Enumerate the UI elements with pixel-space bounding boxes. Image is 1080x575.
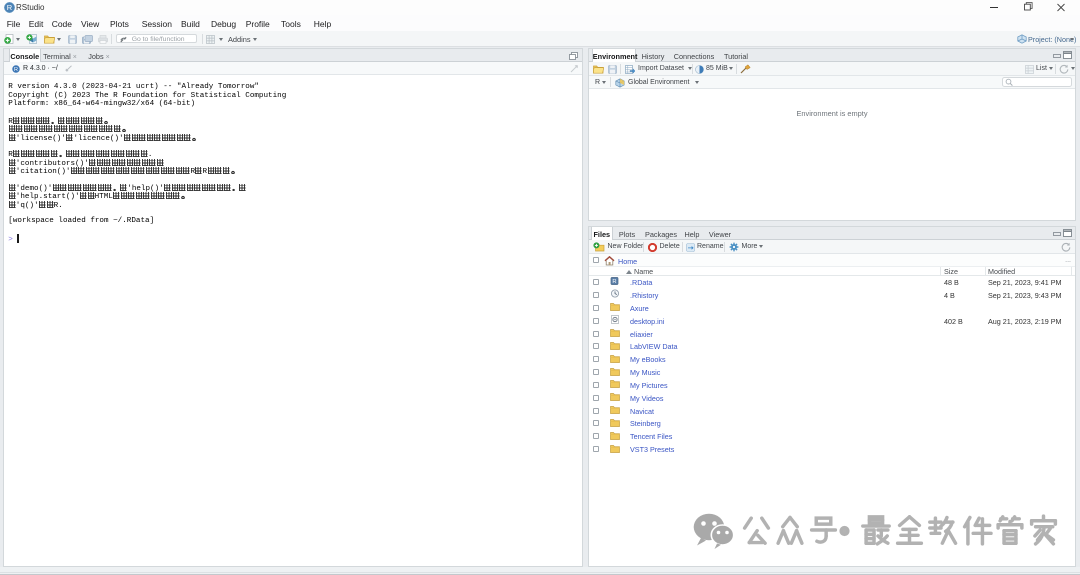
svg-text:R: R bbox=[6, 3, 12, 12]
svg-text:R: R bbox=[14, 67, 18, 73]
svg-text:R: R bbox=[612, 279, 616, 285]
